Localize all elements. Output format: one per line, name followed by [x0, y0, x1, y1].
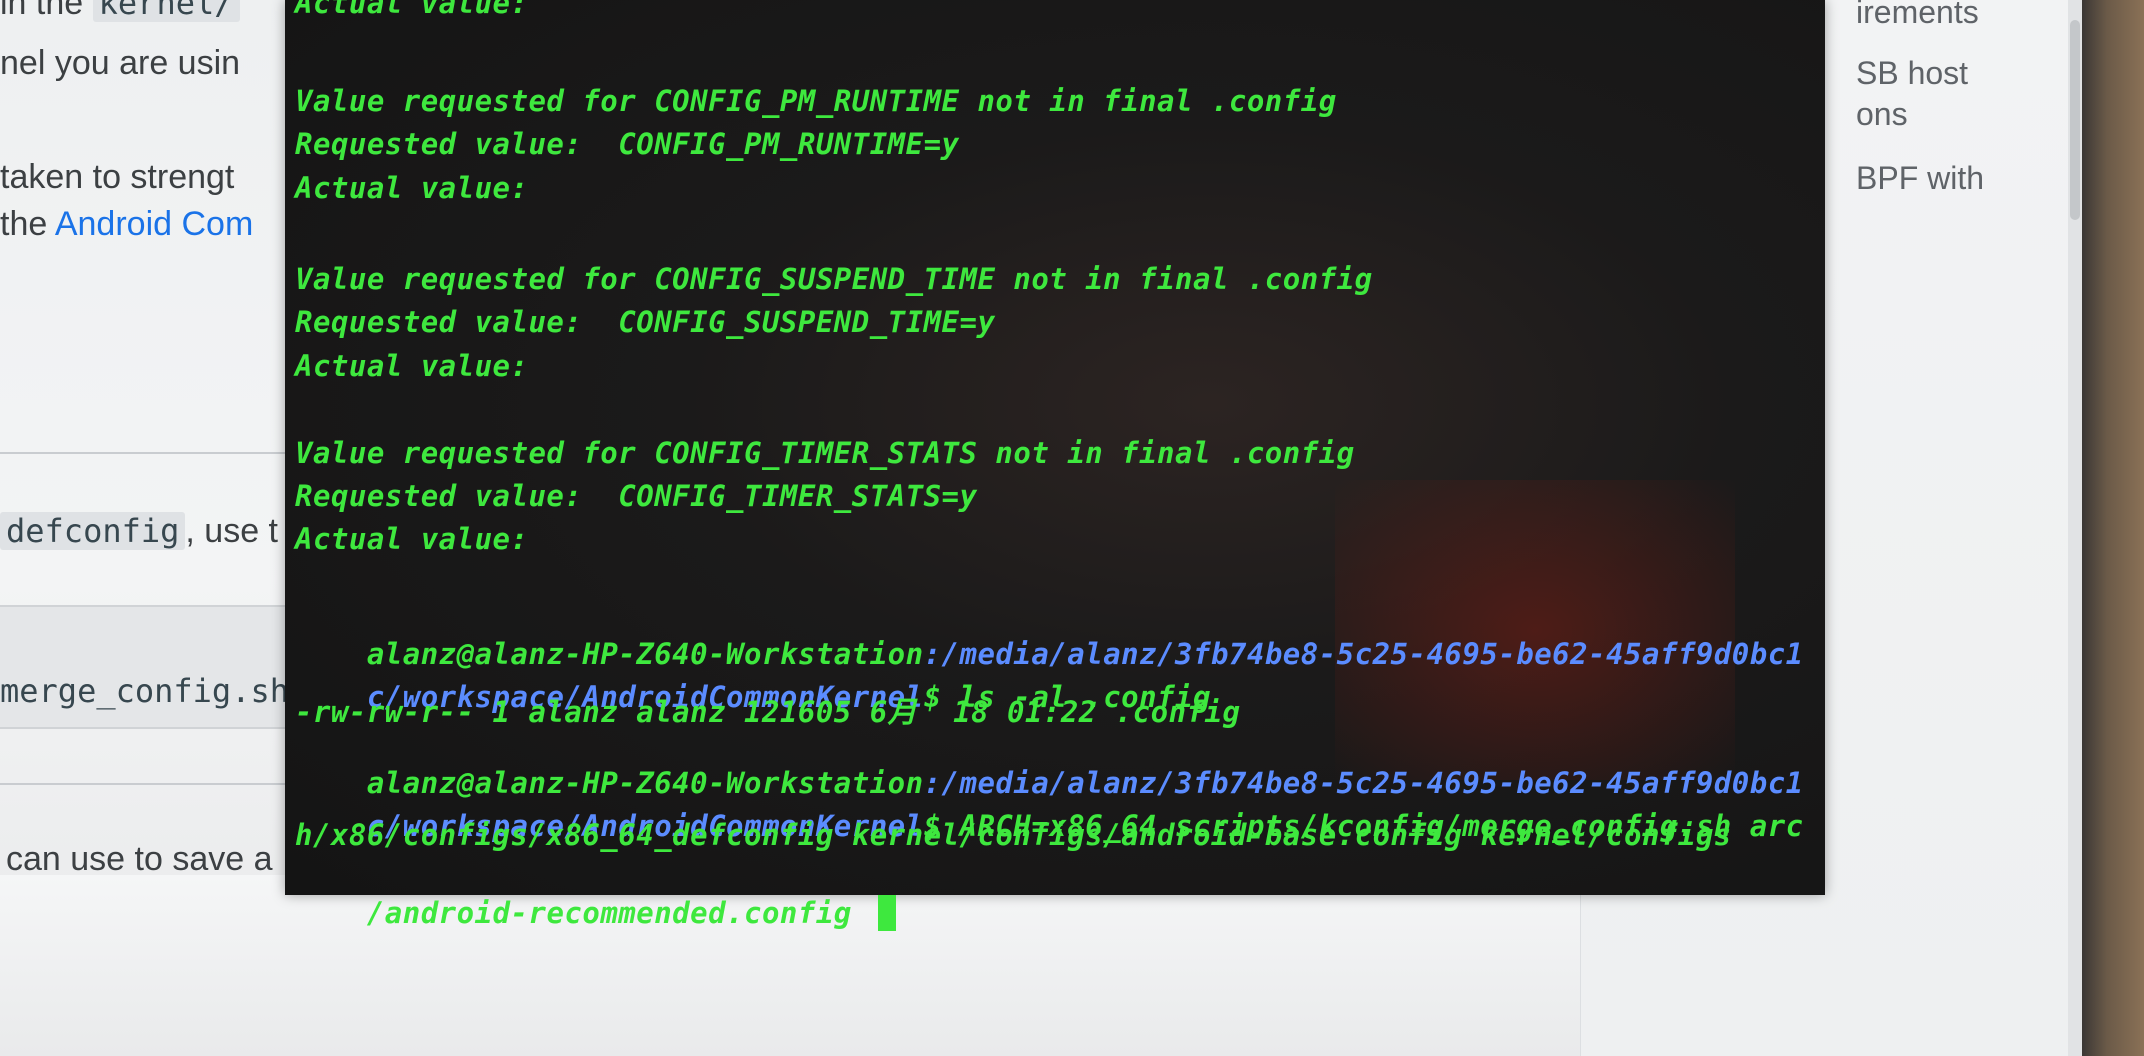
defconfig-code: defconfig [0, 512, 186, 550]
doc-line-last: can use to save a [6, 840, 273, 878]
doc-line-2: nel you are usin [0, 44, 241, 82]
command-continuation-last[interactable]: /android-recommended.config [295, 861, 896, 965]
android-common-link[interactable]: Android Com [55, 205, 253, 243]
toc-item[interactable]: BPF with [1856, 160, 1984, 197]
terminal-line: Actual value: [295, 349, 529, 383]
terminal-line: Value requested for CONFIG_PM_RUNTIME no… [295, 84, 1337, 118]
command-continuation: h/x86/configs/x86_64_defconfig kernel/co… [295, 818, 1732, 852]
doc-text: the [0, 205, 55, 243]
terminal-line: Value requested for CONFIG_TIMER_STATS n… [295, 436, 1355, 470]
monitor-bezel [2082, 0, 2144, 1056]
doc-line-1: in the kernel/ [0, 0, 240, 23]
toc-item[interactable]: irements [1856, 0, 1979, 31]
terminal-line: Actual value: [295, 522, 529, 556]
doc-code: kernel/ [92, 0, 240, 22]
doc-text: in the [0, 0, 84, 22]
ls-output: -rw-rw-r-- 1 alanz alanz 121605 6月 18 01… [295, 695, 1241, 729]
code-block [0, 605, 320, 729]
toc-item[interactable]: ons [1856, 96, 1908, 133]
doc-text: , use t [185, 512, 278, 550]
command-text: /android-recommended.config [366, 896, 870, 930]
doc-line-3: taken to strengt [0, 158, 235, 196]
merge-config-code: merge_config.sh [0, 672, 289, 710]
terminal-window[interactable]: Actual value: Value requested for CONFIG… [285, 0, 1825, 931]
terminal-line: Requested value: CONFIG_TIMER_STATS=y [295, 479, 978, 513]
terminal-cursor [877, 895, 896, 931]
divider [0, 783, 320, 785]
toc-item[interactable]: SB host [1856, 55, 1968, 92]
scrollbar-thumb[interactable] [2070, 20, 2080, 220]
doc-line-4: the Android Com [0, 205, 253, 244]
terminal-line: Requested value: CONFIG_PM_RUNTIME=y [295, 127, 960, 161]
terminal-line: Requested value: CONFIG_SUSPEND_TIME=y [295, 305, 996, 339]
doc-line-defconfig: defconfig, use t [0, 512, 278, 551]
terminal-line: Value requested for CONFIG_SUSPEND_TIME … [295, 262, 1373, 296]
terminal-line: Actual value: [295, 171, 529, 205]
divider [0, 452, 320, 454]
terminal-line: Actual value: [295, 0, 529, 20]
